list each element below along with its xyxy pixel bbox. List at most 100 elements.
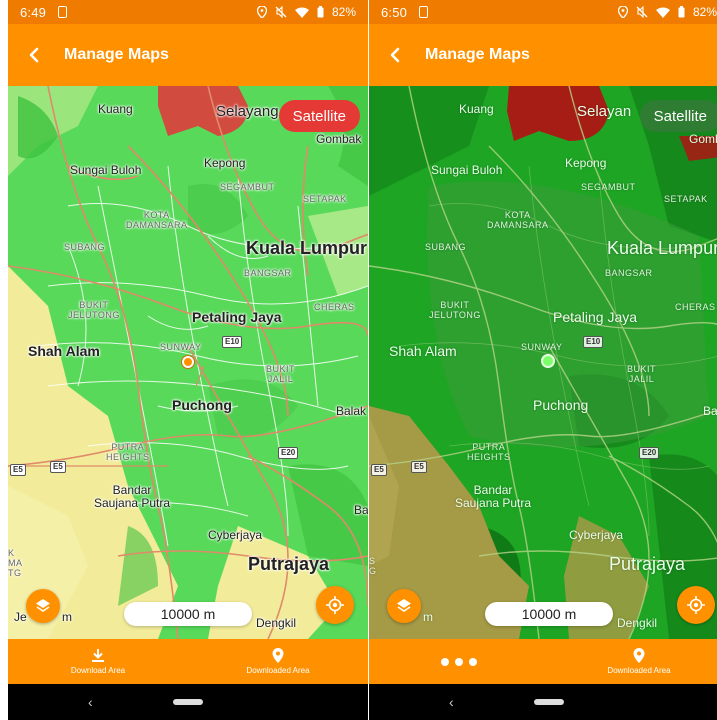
place-putrajaya: Putrajaya xyxy=(609,554,686,574)
place-cyberjaya: Cyberjaya xyxy=(208,528,263,542)
current-location-marker xyxy=(541,354,555,368)
place-balak: Bal xyxy=(703,404,717,418)
back-button[interactable] xyxy=(10,31,58,79)
bottom-nav: Download Area Downloaded Area xyxy=(8,639,368,684)
place-setapak: SETAPAK xyxy=(664,194,708,204)
road-shield-e5: E5 xyxy=(10,464,26,476)
nav-download-label: Download Area xyxy=(70,666,126,675)
place-subang: SUBANG xyxy=(64,242,106,252)
place-subang: SUBANG xyxy=(425,242,467,252)
place-petaling-jaya: Petaling Jaya xyxy=(192,309,282,325)
status-icons: 82% xyxy=(617,5,717,19)
layers-icon xyxy=(397,599,411,612)
place-jenjarom-edge: Je xyxy=(14,610,27,624)
road-shield-e5: E5 xyxy=(50,461,66,473)
status-time: 6:50 xyxy=(381,4,408,20)
bottom-nav: Downloaded Area xyxy=(369,639,717,684)
place-putrajaya: Putrajaya xyxy=(248,554,330,574)
nav-downloaded-label: Downloaded Area xyxy=(607,666,671,675)
phone-screen-satellite: 6:50 82% Manage Maps Kuang Selayan Gom S… xyxy=(369,0,717,720)
chevron-left-icon xyxy=(390,47,400,63)
download-icon xyxy=(92,649,104,662)
app-bar: Manage Maps xyxy=(8,24,368,86)
sim-icon xyxy=(419,6,429,18)
mute-icon xyxy=(636,6,648,18)
place-bukit-jelutong: BUKIT JELUTONG xyxy=(68,300,120,320)
road-shield-e20: E20 xyxy=(639,447,660,459)
more-dots-icon xyxy=(441,657,477,666)
map-pin-icon xyxy=(633,648,645,663)
nav-download-area[interactable]: Download Area xyxy=(8,639,188,684)
location-icon xyxy=(617,6,628,18)
place-putra-heights: PUTRA HEIGHTS xyxy=(467,442,511,462)
nav-downloaded-area[interactable]: Downloaded Area xyxy=(549,639,717,684)
place-gombak: Gombak xyxy=(689,132,717,146)
place-bangsar: BANGSAR xyxy=(605,268,653,278)
locate-me-button[interactable] xyxy=(316,586,354,624)
layers-button[interactable] xyxy=(387,589,421,623)
place-bandar-saujana-putra: Bandar Saujana Putra xyxy=(94,483,171,510)
place-bukit-jelutong: BUKIT JELUTONG xyxy=(429,300,481,320)
system-nav-bar: ‹ xyxy=(369,684,717,720)
phone-screen-standard: 6:49 82% Manage Maps Kuang Selayang Gomb… xyxy=(8,0,368,720)
place-bangsar: BANGSAR xyxy=(244,268,292,278)
road-shield-e5: E5 xyxy=(371,464,387,476)
place-kepong: Kepong xyxy=(565,156,607,170)
system-back-button[interactable]: ‹ xyxy=(449,694,454,710)
place-selayang: Selayang xyxy=(216,103,279,120)
place-cheras: CHERAS xyxy=(314,302,355,312)
battery-icon xyxy=(317,6,324,18)
map-scale: 10000 m xyxy=(485,602,613,626)
status-icons: 82% xyxy=(256,5,356,19)
place-kuala-lumpur: Kuala Lumpur xyxy=(607,238,717,258)
place-left-edge: S G xyxy=(369,556,377,576)
nav-more-loading[interactable] xyxy=(369,639,549,684)
system-nav-bar: ‹ xyxy=(8,684,368,720)
system-back-button[interactable]: ‹ xyxy=(88,694,93,710)
nav-downloaded-area[interactable]: Downloaded Area xyxy=(188,639,368,684)
back-button[interactable] xyxy=(371,31,419,79)
sim-icon xyxy=(58,6,68,18)
satellite-toggle-button[interactable]: Satellite xyxy=(639,100,717,132)
layers-icon xyxy=(36,599,50,612)
place-puchong: Puchong xyxy=(533,397,589,413)
dot xyxy=(455,657,463,666)
road-shield-e10: E10 xyxy=(583,336,604,348)
place-dengkil: Dengkil xyxy=(256,616,297,630)
locate-me-button[interactable] xyxy=(677,586,715,624)
layers-button[interactable] xyxy=(26,589,60,623)
place-kota-damansara: KOTA DAMANSARA xyxy=(126,210,188,230)
place-segambut: SEGAMBUT xyxy=(220,182,275,192)
map-view[interactable]: Kuang Selayan Gombak Sungai Buloh Kepong… xyxy=(369,86,717,639)
status-bar: 6:49 82% xyxy=(8,0,368,24)
system-home-button[interactable] xyxy=(173,699,203,705)
map-scale: 10000 m xyxy=(124,602,252,626)
system-home-button[interactable] xyxy=(534,699,564,705)
map-view[interactable]: Kuang Selayang Gombak Sungai Buloh Kepon… xyxy=(8,86,368,639)
page-title: Manage Maps xyxy=(425,46,530,63)
place-segambut: SEGAMBUT xyxy=(581,182,636,192)
place-cheras: CHERAS xyxy=(675,302,716,312)
place-sungai-buloh: Sungai Buloh xyxy=(431,163,503,177)
place-shah-alam: Shah Alam xyxy=(389,343,457,359)
page-title: Manage Maps xyxy=(64,46,169,63)
current-location-marker xyxy=(182,356,194,368)
place-balak: Balak xyxy=(336,404,367,418)
app-bar: Manage Maps xyxy=(369,24,717,86)
place-kuang: Kuang xyxy=(459,102,494,116)
battery-percent: 82% xyxy=(331,5,356,19)
place-putra-heights: PUTRA HEIGHTS xyxy=(106,442,150,462)
crosshair-icon xyxy=(687,596,705,614)
place-sunway: SUNWAY xyxy=(521,342,563,352)
satellite-toggle-button[interactable]: Satellite xyxy=(278,100,360,132)
place-puchong: Puchong xyxy=(172,397,232,413)
place-kepong: Kepong xyxy=(204,156,246,170)
place-kota-damansara: KOTA DAMANSARA xyxy=(487,210,549,230)
location-icon xyxy=(256,6,267,18)
crosshair-icon xyxy=(326,596,344,614)
place-left-edge: K MA TG xyxy=(8,548,23,578)
place-sunway: SUNWAY xyxy=(160,342,202,352)
battery-percent: 82% xyxy=(692,5,717,19)
map-pin-icon xyxy=(272,648,284,663)
wifi-icon xyxy=(294,7,309,18)
